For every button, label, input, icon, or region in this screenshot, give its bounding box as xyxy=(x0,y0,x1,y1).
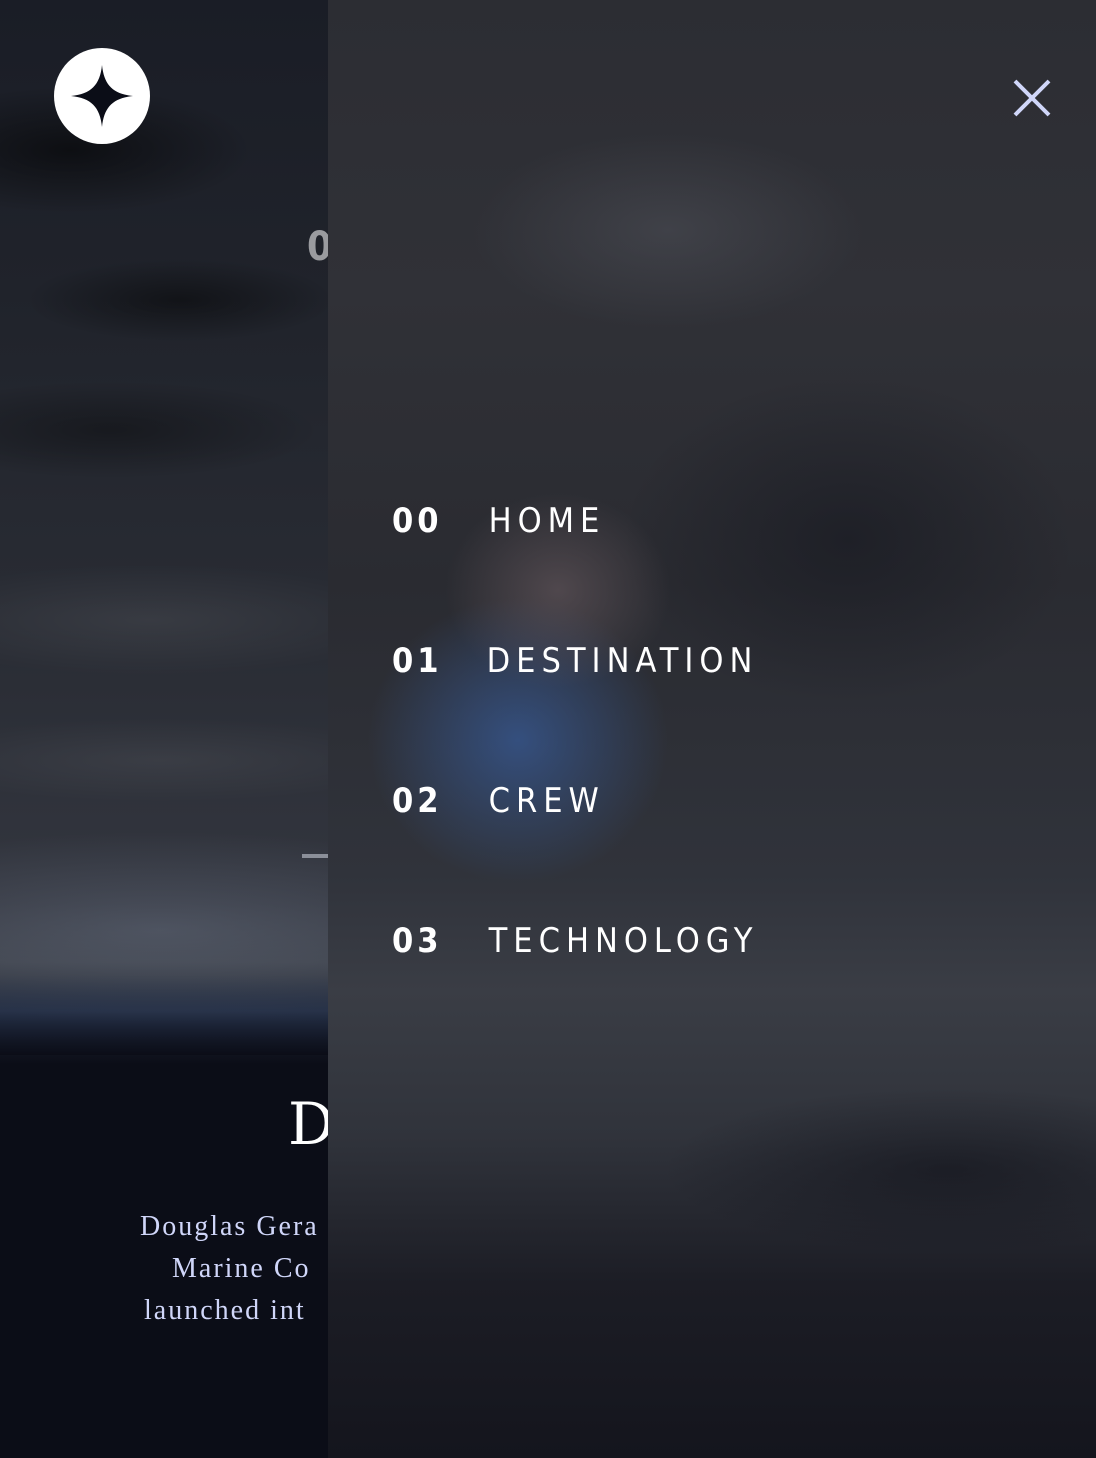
nav-item-home[interactable]: 00 HOME xyxy=(392,498,759,638)
nav-item-label: HOME xyxy=(488,501,606,541)
logo-link[interactable] xyxy=(54,48,150,144)
nav-list: 00 HOME 01 DESTINATION 02 CREW 03 TECHNO… xyxy=(392,498,759,1058)
nav-item-number: 01 xyxy=(392,641,443,681)
crew-page: 0 D Douglas Gera Marine Co launched int … xyxy=(0,0,1096,1458)
star-icon xyxy=(71,65,133,127)
nav-item-number: 00 xyxy=(392,501,443,541)
nav-item-number: 03 xyxy=(392,921,443,961)
nav-item-number: 02 xyxy=(392,781,443,821)
navigation-menu: 00 HOME 01 DESTINATION 02 CREW 03 TECHNO… xyxy=(328,0,1096,1458)
close-menu-button[interactable] xyxy=(1012,78,1052,118)
nav-item-crew[interactable]: 02 CREW xyxy=(392,778,759,918)
nav-item-label: CREW xyxy=(488,781,605,821)
nav-item-technology[interactable]: 03 TECHNOLOGY xyxy=(392,918,759,1058)
nav-item-label: DESTINATION xyxy=(486,641,759,681)
close-icon xyxy=(1013,79,1051,117)
nav-item-destination[interactable]: 01 DESTINATION xyxy=(392,638,759,778)
nav-item-label: TECHNOLOGY xyxy=(488,921,759,961)
